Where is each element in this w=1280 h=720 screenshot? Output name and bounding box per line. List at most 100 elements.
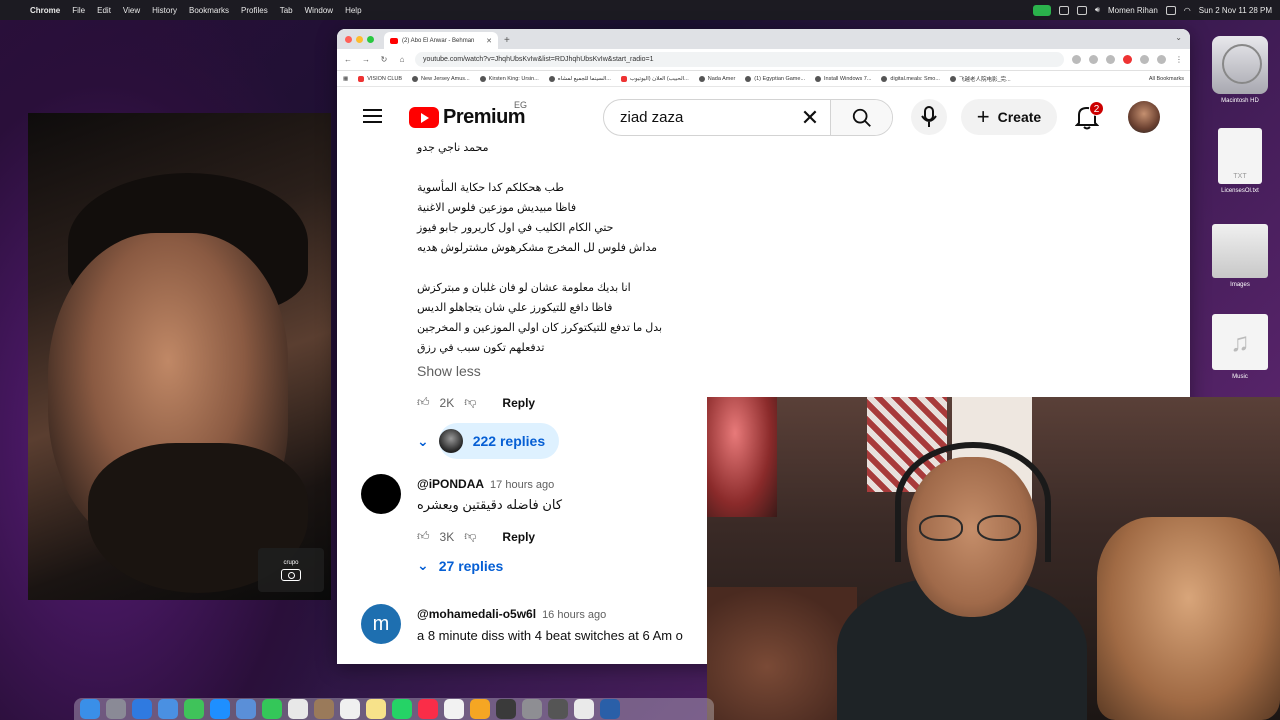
facetime-icon[interactable] <box>184 699 204 719</box>
extensions-icon[interactable] <box>1140 55 1149 64</box>
comment-time[interactable]: 17 hours ago <box>490 479 554 491</box>
messages-icon[interactable] <box>262 699 282 719</box>
forward-icon[interactable]: → <box>361 55 371 64</box>
notifications-button[interactable]: 2 <box>1074 101 1104 130</box>
bookmark-7[interactable]: Install Windows 7... <box>815 75 871 82</box>
home-icon[interactable]: ⌂ <box>397 55 407 64</box>
desktop-icon-images[interactable]: Images <box>1205 224 1275 288</box>
wifi-icon[interactable]: ◠ <box>1184 6 1191 15</box>
voice-search-button[interactable] <box>911 99 947 135</box>
screen-icon[interactable] <box>1058 5 1069 15</box>
close-window-icon[interactable] <box>345 35 352 43</box>
commenter-avatar[interactable]: m <box>361 604 401 644</box>
menu-window[interactable]: Window <box>305 6 333 15</box>
search-button[interactable] <box>830 100 892 135</box>
desktop-icon-macintosh-hd[interactable]: Macintosh HD <box>1205 36 1275 104</box>
app-icon[interactable] <box>600 699 620 719</box>
safari-icon[interactable] <box>132 699 152 719</box>
tab-youtube[interactable]: (2) Abo El Anwar - Behman ✕ <box>384 32 498 49</box>
desktop-icon-music[interactable]: ♫ Music <box>1205 314 1275 380</box>
launchpad-icon[interactable] <box>106 699 126 719</box>
clear-search-icon[interactable]: ✕ <box>790 105 830 131</box>
bookmark-1[interactable]: New Jersey Amus... <box>412 75 470 82</box>
camera-indicator-icon[interactable] <box>1032 4 1051 16</box>
bookmark-star-icon[interactable] <box>1106 55 1115 64</box>
contacts-icon[interactable] <box>314 699 334 719</box>
new-tab-icon[interactable]: + <box>504 32 510 49</box>
menu-bookmarks[interactable]: Bookmarks <box>189 6 229 15</box>
app-store-icon[interactable] <box>210 699 230 719</box>
comment-handle[interactable]: @mohamedali-o5w6l <box>417 607 536 621</box>
menu-profiles[interactable]: Profiles <box>241 6 268 15</box>
profile-icon[interactable] <box>1157 55 1166 64</box>
youtube-logo[interactable]: Premium EG <box>409 100 527 129</box>
menu-view[interactable]: View <box>123 6 140 15</box>
like-icon[interactable]: 👍︎ <box>417 395 430 410</box>
bookmark-5[interactable]: Nada Amer <box>698 75 735 82</box>
back-icon[interactable]: ← <box>343 55 353 64</box>
bookmark-8[interactable]: digital.meals: Smo... <box>881 75 940 82</box>
extension-record-icon[interactable] <box>1123 55 1132 64</box>
minimize-window-icon[interactable] <box>356 35 363 43</box>
photos-icon[interactable] <box>288 699 308 719</box>
volume-icon[interactable]: 🔊︎ <box>1095 5 1100 15</box>
view-replies-button[interactable]: ⌄ 222 replies <box>417 423 560 459</box>
datetime[interactable]: Sun 2 Nov 11 28 PM <box>1199 6 1272 15</box>
bookmark-4[interactable]: الحبيب) العلان (اليوتيوب... <box>620 75 689 82</box>
reload-icon[interactable]: ↻ <box>379 55 389 64</box>
terminal-icon[interactable] <box>496 699 516 719</box>
pages-icon[interactable] <box>470 699 490 719</box>
menu-icon[interactable] <box>363 109 382 123</box>
bookmark-9[interactable]: 飞越老人院电影_完... <box>949 75 1011 83</box>
settings-icon[interactable] <box>522 699 542 719</box>
notification-icon[interactable] <box>1076 5 1087 15</box>
bookmark-3[interactable]: السينما للجميع لمشاه... <box>548 75 611 82</box>
zoom-window-icon[interactable] <box>367 35 374 43</box>
cast-icon[interactable] <box>1072 55 1081 64</box>
create-button[interactable]: + Create <box>961 99 1057 135</box>
apps-icon[interactable]: ▦ <box>343 76 348 82</box>
view-replies-button[interactable]: ⌄ 27 replies <box>417 557 503 574</box>
dislike-icon[interactable]: 👎︎ <box>464 529 476 544</box>
show-less-link[interactable]: Show less <box>417 363 481 379</box>
like-icon[interactable]: 👍︎ <box>417 529 430 544</box>
search-input[interactable]: ziad zaza <box>604 109 790 126</box>
bookmark-2[interactable]: Kirsten King: Ursin... <box>479 75 539 82</box>
replies-pill[interactable]: 222 replies <box>438 423 560 459</box>
menu-edit[interactable]: Edit <box>97 6 111 15</box>
reminders-icon[interactable] <box>444 699 464 719</box>
all-bookmarks[interactable]: All Bookmarks <box>1149 76 1184 82</box>
tab-search-icon[interactable]: ⌄ <box>1175 33 1182 42</box>
menu-tab[interactable]: Tab <box>280 6 293 15</box>
user-name[interactable]: Momen Rihan <box>1108 6 1158 15</box>
menu-history[interactable]: History <box>152 6 177 15</box>
bookmark-6[interactable]: (1) Egyptian Game... <box>745 75 805 82</box>
chrome-icon[interactable] <box>574 699 594 719</box>
menu-app[interactable]: Chrome <box>30 6 60 15</box>
camera-overlay-badge[interactable]: crupo <box>258 548 324 592</box>
battery-icon[interactable] <box>1165 5 1176 15</box>
menu-file[interactable]: File <box>72 6 85 15</box>
desktop-icon-licenses[interactable]: TXT LicensesOl.txt <box>1205 128 1275 194</box>
music-icon[interactable] <box>418 699 438 719</box>
url-field[interactable]: youtube.com/watch?v=JhqhUbsKvIw&list=RDJ… <box>415 52 1064 67</box>
comment-time[interactable]: 16 hours ago <box>542 609 606 621</box>
calendar-icon[interactable] <box>340 699 360 719</box>
commenter-avatar[interactable] <box>361 474 401 514</box>
dislike-icon[interactable]: 👎︎ <box>464 395 476 410</box>
reply-button[interactable]: Reply <box>502 530 535 544</box>
reply-button[interactable]: Reply <box>502 396 535 410</box>
system-icon[interactable] <box>236 699 256 719</box>
whatsapp-icon[interactable] <box>392 699 412 719</box>
notes-icon[interactable] <box>366 699 386 719</box>
account-avatar[interactable] <box>1128 101 1160 133</box>
bookmark-0[interactable]: VISION CLUB <box>358 75 402 82</box>
menu-help[interactable]: Help <box>345 6 361 15</box>
comment-handle[interactable]: @iPONDAA <box>417 477 484 491</box>
zoom-icon[interactable] <box>1089 55 1098 64</box>
tab-close-icon[interactable]: ✕ <box>486 37 492 45</box>
mail-icon[interactable] <box>158 699 178 719</box>
finder-icon[interactable] <box>80 699 100 719</box>
app-icon[interactable] <box>548 699 568 719</box>
chrome-menu-icon[interactable]: ⋮ <box>1174 55 1184 64</box>
